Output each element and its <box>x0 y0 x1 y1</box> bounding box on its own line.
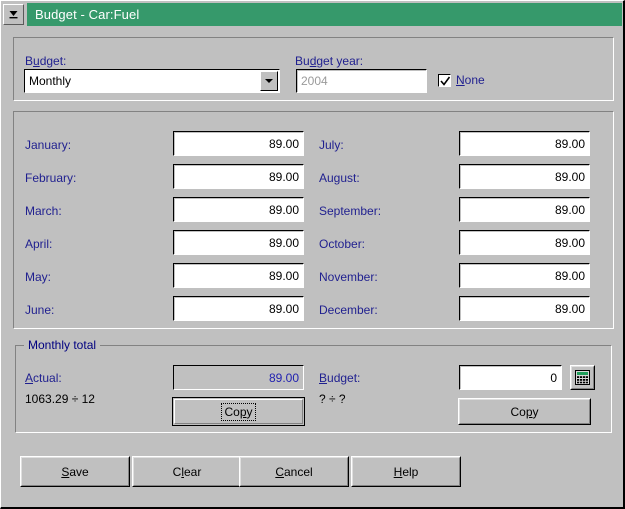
clear-button-label: Clear <box>172 464 202 479</box>
month-label-february: February: <box>25 171 77 185</box>
month-label-november: November: <box>319 270 378 284</box>
month-value-june: 89.00 <box>268 301 299 316</box>
month-value-december: 89.00 <box>554 301 585 316</box>
clear-button[interactable]: Clear <box>132 456 242 487</box>
month-label-march: March: <box>25 204 62 218</box>
budget-label: Budget: <box>25 54 67 68</box>
check-icon <box>440 76 451 86</box>
month-value-november: 89.00 <box>554 268 585 283</box>
month-value-april: 89.00 <box>268 235 299 250</box>
month-value-february: 89.00 <box>268 169 299 184</box>
actual-total-field: 89.00 <box>173 365 304 390</box>
month-value-march: 89.00 <box>268 202 299 217</box>
month-field-october[interactable]: 89.00 <box>459 230 590 255</box>
title-bar-strip[interactable]: Budget - Car:Fuel <box>27 3 622 26</box>
monthly-total-title: Monthly total <box>24 338 101 352</box>
budget-formula: ? ÷ ? <box>319 392 346 406</box>
month-value-august: 89.00 <box>554 169 585 184</box>
cancel-button[interactable]: Cancel <box>239 456 349 487</box>
month-field-april[interactable]: 89.00 <box>173 230 304 255</box>
actual-label: Actual: <box>25 371 62 385</box>
none-checkbox-row[interactable]: None <box>438 73 485 87</box>
save-button-label: Save <box>61 464 89 479</box>
copy-actual-button-label: Copy <box>221 402 256 421</box>
calculator-icon-button[interactable] <box>570 365 595 390</box>
month-label-september: September: <box>319 204 382 218</box>
month-field-may[interactable]: 89.00 <box>173 263 304 288</box>
month-label-january: January: <box>25 138 72 152</box>
month-label-june: June: <box>25 303 55 317</box>
month-label-august: August: <box>319 171 360 185</box>
actual-total-value: 89.00 <box>268 370 299 385</box>
budget-total-field[interactable]: 0 <box>459 365 562 390</box>
actual-formula: 1063.29 ÷ 12 <box>25 392 95 406</box>
help-button-label: Help <box>393 464 419 479</box>
month-value-may: 89.00 <box>268 268 299 283</box>
copy-budget-button[interactable]: Copy <box>458 398 591 425</box>
copy-budget-button-label: Copy <box>510 404 539 419</box>
month-label-july: July: <box>319 138 344 152</box>
copy-actual-button[interactable]: Copy <box>172 397 305 426</box>
month-field-june[interactable]: 89.00 <box>173 296 304 321</box>
budget-year-value: 2004 <box>301 74 328 88</box>
budget-total-value: 0 <box>550 370 557 385</box>
budget-year-label: Budget year: <box>295 54 364 68</box>
calculator-icon <box>575 370 590 385</box>
month-label-april: April: <box>25 237 53 251</box>
window-title: Budget - Car:Fuel <box>35 7 140 22</box>
month-value-september: 89.00 <box>554 202 585 217</box>
month-field-november[interactable]: 89.00 <box>459 263 590 288</box>
budget-combobox-value: Monthly <box>29 74 72 88</box>
chevron-down-icon[interactable] <box>260 71 278 91</box>
none-checkbox[interactable] <box>438 73 451 87</box>
help-button[interactable]: Help <box>351 456 461 487</box>
month-field-august[interactable]: 89.00 <box>459 164 590 189</box>
month-label-october: October: <box>319 237 366 251</box>
title-bar: Budget - Car:Fuel <box>3 3 622 26</box>
save-button[interactable]: Save <box>20 456 130 487</box>
window-menu-icon[interactable] <box>3 4 24 25</box>
month-field-september[interactable]: 89.00 <box>459 197 590 222</box>
month-field-july[interactable]: 89.00 <box>459 131 590 156</box>
month-value-july: 89.00 <box>554 136 585 151</box>
month-field-december[interactable]: 89.00 <box>459 296 590 321</box>
budget-dialog-window: Budget - Car:Fuel Budget: Monthly Budget… <box>0 0 625 509</box>
month-field-february[interactable]: 89.00 <box>173 164 304 189</box>
none-checkbox-label: None <box>456 73 485 87</box>
budget-total-label: Budget: <box>319 371 361 385</box>
month-label-december: December: <box>319 303 378 317</box>
month-value-october: 89.00 <box>554 235 585 250</box>
month-label-may: May: <box>25 270 52 284</box>
budget-combobox[interactable]: Monthly <box>24 69 280 93</box>
month-value-january: 89.00 <box>268 136 299 151</box>
budget-year-field[interactable]: 2004 <box>296 69 427 93</box>
month-field-march[interactable]: 89.00 <box>173 197 304 222</box>
cancel-button-label: Cancel <box>275 464 313 479</box>
month-field-january[interactable]: 89.00 <box>173 131 304 156</box>
